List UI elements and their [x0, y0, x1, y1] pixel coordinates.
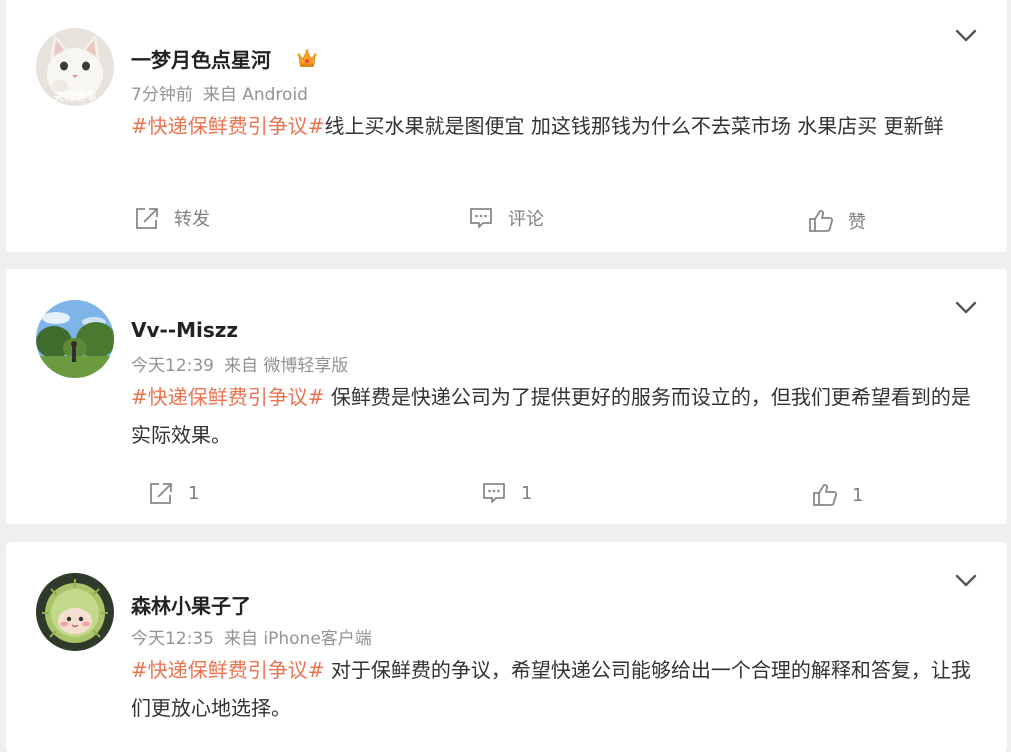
post-time: 7分钟前 [131, 85, 193, 105]
post-card: 关栈居事 一梦月色点星河 7分钟前 来自 Android #快递保鲜费引争议#线上… [6, 0, 1007, 252]
comment-label: 评论 [508, 209, 544, 230]
hashtag-link[interactable]: #快递保鲜费引争议# [131, 114, 325, 138]
post-time: 今天12:35 [131, 629, 214, 649]
post-source: 来自 微博轻享版 [224, 356, 349, 376]
avatar-watermark: 关栈居事 [53, 89, 97, 103]
post-meta: 今天12:39 来自 微博轻享版 [131, 351, 348, 376]
post-source: 来自 Android [202, 85, 308, 105]
weibo-comment-feed: 关栈居事 一梦月色点星河 7分钟前 来自 Android #快递保鲜费引争议#线上… [0, 0, 1011, 752]
comment-icon [483, 483, 505, 503]
post-source: 来自 iPhone客户端 [224, 629, 372, 649]
avatar[interactable] [36, 573, 114, 651]
hashtag-link[interactable]: #快递保鲜费引争议# [131, 658, 325, 682]
username[interactable]: Vv--Miszz [131, 318, 238, 342]
like-button[interactable]: 赞 [808, 208, 866, 234]
post-content: #快递保鲜费引争议# 保鲜费是快递公司为了提供更好的服务而设立的，但我们更希望看… [131, 378, 981, 454]
post-content: #快递保鲜费引争议# 对于保鲜费的争议，希望快递公司能够给出一个合理的解释和答复… [131, 651, 981, 727]
post-meta: 7分钟前 来自 Android [131, 80, 308, 105]
comment-button[interactable]: 评论 [468, 205, 544, 231]
comment-icon [470, 208, 492, 228]
like-icon [813, 484, 838, 506]
comment-count: 1 [521, 482, 533, 504]
chevron-down-icon[interactable] [955, 573, 977, 587]
like-label: 赞 [848, 212, 866, 233]
like-button[interactable]: 1 [812, 482, 863, 508]
garden-landscape-avatar-icon [36, 300, 114, 378]
repost-button[interactable]: 转发 [134, 205, 210, 231]
repost-icon [136, 208, 158, 229]
repost-icon [150, 483, 172, 504]
white-cat-avatar-icon: 关栈居事 [36, 28, 114, 106]
post-time: 今天12:39 [131, 356, 214, 376]
comment-button[interactable]: 1 [481, 480, 532, 506]
post-meta: 今天12:35 来自 iPhone客户端 [131, 624, 372, 649]
username[interactable]: 一梦月色点星河 [131, 44, 271, 73]
post-card: Vv--Miszz 今天12:39 来自 微博轻享版 #快递保鲜费引争议# 保鲜费… [6, 269, 1007, 524]
avatar[interactable] [36, 300, 114, 378]
like-count: 1 [852, 484, 864, 506]
username[interactable]: 森林小果子了 [131, 590, 251, 619]
chevron-down-icon[interactable] [955, 300, 977, 314]
post-body: 线上买水果就是图便宜 加这钱那钱为什么不去菜市场 水果店买 更新鲜 [324, 114, 944, 138]
repost-count: 1 [188, 482, 200, 504]
post-card: 森林小果子了 今天12:35 来自 iPhone客户端 #快递保鲜费引争议# 对于… [6, 542, 1007, 752]
repost-label: 转发 [174, 209, 210, 230]
chevron-down-icon[interactable] [955, 28, 977, 42]
post-content: #快递保鲜费引争议#线上买水果就是图便宜 加这钱那钱为什么不去菜市场 水果店买 … [131, 107, 981, 145]
hashtag-link[interactable]: #快递保鲜费引争议# [131, 385, 325, 409]
fuzzy-green-creature-avatar-icon [36, 573, 114, 651]
avatar[interactable]: 关栈居事 [36, 28, 114, 106]
like-icon [809, 210, 834, 232]
crown-badge-icon [296, 46, 318, 70]
repost-button[interactable]: 1 [148, 480, 199, 506]
